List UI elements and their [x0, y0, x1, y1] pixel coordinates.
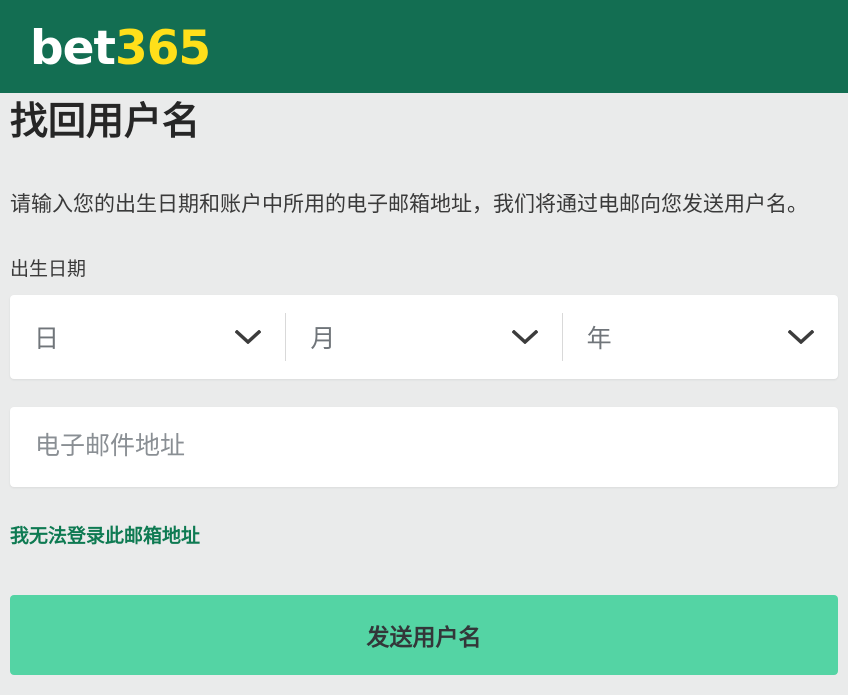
dob-year-select[interactable]: 年 — [563, 295, 838, 379]
instructions-text: 请输入您的出生日期和账户中所用的电子邮箱地址，我们将通过电邮向您发送用户名。 — [10, 192, 838, 218]
dob-month-value: 月 — [310, 319, 335, 355]
dob-year-value: 年 — [587, 319, 612, 355]
logo-365-text: 365 — [115, 21, 210, 76]
main-content: 找回用户名 请输入您的出生日期和账户中所用的电子邮箱地址，我们将通过电邮向您发送… — [0, 93, 848, 675]
cant-access-email-link[interactable]: 我无法登录此邮箱地址 — [10, 526, 200, 548]
email-input[interactable] — [10, 407, 838, 487]
email-field-container — [10, 407, 838, 487]
dob-select-row: 日 月 年 — [10, 295, 838, 379]
chevron-down-icon — [788, 330, 814, 344]
chevron-down-icon — [235, 330, 261, 344]
logo-bet-text: bet — [30, 21, 115, 76]
bet365-logo[interactable]: bet365 — [30, 21, 210, 72]
send-username-button[interactable]: 发送用户名 — [10, 595, 838, 675]
page-title: 找回用户名 — [10, 101, 838, 145]
dob-month-select[interactable]: 月 — [286, 295, 561, 379]
dob-day-value: 日 — [34, 319, 59, 355]
dob-label: 出生日期 — [10, 259, 838, 281]
chevron-down-icon — [512, 330, 538, 344]
dob-day-select[interactable]: 日 — [10, 295, 285, 379]
header-bar: bet365 — [0, 0, 848, 93]
